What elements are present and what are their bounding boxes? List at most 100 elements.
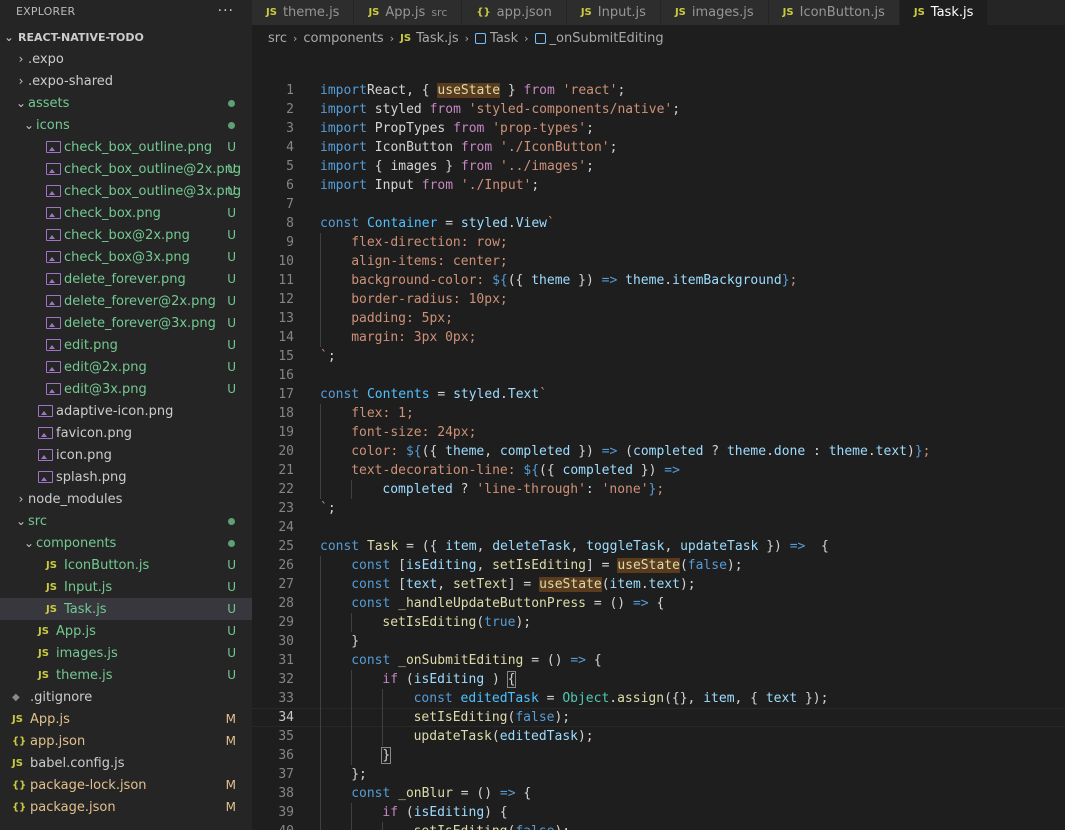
editor-tab[interactable]: JS IconButton.js: [768, 0, 900, 25]
tree-item[interactable]: JS babel.config.js: [0, 752, 252, 774]
code-line: 18 flex: 1;: [252, 404, 1065, 423]
chevron-right-icon: ›: [389, 31, 395, 45]
indent-guide: [320, 822, 321, 830]
code-token: ,: [484, 444, 500, 459]
tree-item[interactable]: JS IconButton.js U: [0, 554, 252, 576]
image-file-icon: [46, 361, 64, 373]
tree-item[interactable]: JS App.js M: [0, 708, 252, 730]
tree-item[interactable]: › node_modules: [0, 488, 252, 510]
breadcrumb-item-function[interactable]: _onSubmitEditing: [550, 31, 664, 46]
tree-item[interactable]: check_box_outline@3x.png U: [0, 180, 252, 202]
tree-item[interactable]: delete_forever.png U: [0, 268, 252, 290]
tree-item[interactable]: JS Task.js U: [0, 598, 252, 620]
line-number: 31: [278, 653, 294, 668]
tree-item[interactable]: JS App.js U: [0, 620, 252, 642]
image-file-icon: [46, 317, 64, 329]
code-text: }: [381, 746, 392, 765]
tree-item[interactable]: check_box.png U: [0, 202, 252, 224]
tree-item[interactable]: check_box_outline.png U: [0, 136, 252, 158]
tree-item[interactable]: {} app.json M: [0, 730, 252, 752]
tree-item[interactable]: JS Input.js U: [0, 576, 252, 598]
code-token: from: [453, 121, 485, 136]
code-token: Input: [366, 178, 422, 193]
tree-item[interactable]: ⌄ src: [0, 510, 252, 532]
tree-item[interactable]: {} package.json M: [0, 796, 252, 818]
tree-item[interactable]: › .expo: [0, 48, 252, 70]
git-status-badge: U: [227, 646, 236, 660]
code-line: 7: [252, 195, 1065, 214]
breadcrumb-item-symbol[interactable]: Task: [490, 31, 518, 46]
code-token: theme: [445, 444, 485, 459]
code-token: 'none': [601, 482, 649, 497]
tree-item[interactable]: splash.png: [0, 466, 252, 488]
tree-item[interactable]: edit.png U: [0, 334, 252, 356]
code-token: text: [875, 444, 907, 459]
code-line: 36}: [252, 746, 1065, 765]
tree-item[interactable]: ⌄ icons: [0, 114, 252, 136]
line-number: 4: [286, 140, 294, 155]
editor-tab[interactable]: JS images.js: [660, 0, 769, 25]
code-text: importReact, { useState } from 'react';: [320, 81, 625, 100]
image-file-icon: [38, 427, 56, 439]
project-folder-header[interactable]: ⌄ REACT-NATIVE-TODO: [0, 26, 252, 48]
tree-item-label: assets: [28, 95, 70, 111]
code-text: setIsEditing(false);: [414, 822, 571, 830]
code-token: {: [648, 596, 665, 611]
tree-item[interactable]: delete_forever@2x.png U: [0, 290, 252, 312]
breadcrumb-item-src[interactable]: src: [268, 31, 287, 46]
tree-item[interactable]: check_box_outline@2x.png U: [0, 158, 252, 180]
code-token: =>: [601, 273, 618, 288]
code-token: 'line-through': [476, 482, 586, 497]
code-token: border-radius: 10px;: [351, 292, 508, 307]
tree-item-label: adaptive-icon.png: [56, 403, 174, 419]
editor-tab[interactable]: JS Input.js: [566, 0, 661, 25]
code-token: =>: [664, 463, 680, 478]
git-status-badge: U: [227, 228, 236, 242]
code-line: 32 if (isEditing ) {: [252, 670, 1065, 689]
code-text: if (isEditing ) {: [382, 670, 517, 689]
code-token: ;: [617, 83, 626, 98]
chevron-right-icon: ›: [18, 52, 24, 66]
tree-item[interactable]: check_box@3x.png U: [0, 246, 252, 268]
tree-item[interactable]: ◆ .gitignore: [0, 686, 252, 708]
editor-tab[interactable]: JS theme.js: [252, 0, 355, 25]
tree-item[interactable]: › .expo-shared: [0, 70, 252, 92]
tree-item[interactable]: JS images.js U: [0, 642, 252, 664]
tree-item[interactable]: edit@2x.png U: [0, 356, 252, 378]
tree-item[interactable]: ⌄ components: [0, 532, 252, 554]
indent-guide: [320, 290, 321, 309]
editor-tab[interactable]: JS Task.js: [899, 0, 989, 25]
editor-tab[interactable]: JS App.js src: [354, 0, 463, 25]
code-token: }: [781, 273, 790, 288]
code-editor[interactable]: 1 importReact, { useState } from 'react';…: [252, 51, 1065, 830]
image-file-icon: [46, 163, 64, 175]
tree-item[interactable]: favicon.png: [0, 422, 252, 444]
image-file-icon: [46, 141, 64, 153]
tree-item[interactable]: icon.png: [0, 444, 252, 466]
code-token: {: [586, 653, 602, 668]
code-text: if (isEditing) {: [382, 803, 507, 822]
tree-item-label: .expo-shared: [28, 73, 114, 89]
code-token: import: [320, 159, 367, 174]
breadcrumb-item-file[interactable]: Task.js: [416, 31, 459, 46]
tree-item[interactable]: ⌄ assets: [0, 92, 252, 114]
code-line: 35 updateTask(editedTask);: [252, 727, 1065, 746]
code-token: .: [664, 273, 673, 288]
tree-item[interactable]: adaptive-icon.png: [0, 400, 252, 422]
editor-tab[interactable]: {} app.json: [462, 0, 567, 25]
code-token: ) {: [484, 805, 508, 820]
tree-item[interactable]: check_box@2x.png U: [0, 224, 252, 246]
tree-item[interactable]: edit@3x.png U: [0, 378, 252, 400]
tree-item[interactable]: delete_forever@3x.png U: [0, 312, 252, 334]
tree-item[interactable]: {} package-lock.json M: [0, 774, 252, 796]
code-token: );: [554, 824, 570, 830]
tree-item-label: src: [28, 513, 47, 529]
code-line: 24: [252, 518, 1065, 537]
code-token: _handleUpdateButtonPress: [390, 596, 586, 611]
tree-item[interactable]: JS theme.js U: [0, 664, 252, 686]
breadcrumb-item-components[interactable]: components: [303, 31, 383, 46]
code-token: margin: 3px 0px;: [351, 330, 477, 345]
more-actions-icon[interactable]: ···: [218, 4, 234, 18]
git-status-badge: U: [227, 140, 236, 154]
code-token: setText: [452, 577, 508, 592]
